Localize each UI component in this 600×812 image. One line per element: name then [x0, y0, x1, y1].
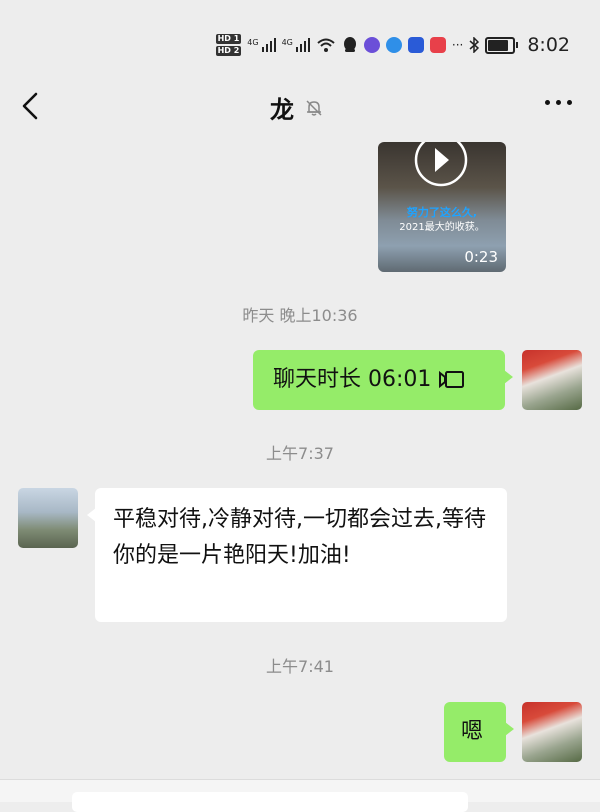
sent-message-bubble[interactable]: 嗯: [444, 702, 514, 762]
app1-icon: [363, 37, 380, 53]
battery-icon: [485, 36, 519, 54]
app2-icon: [385, 37, 402, 53]
video-caption-line2: 2021最大的收获。: [399, 222, 485, 233]
call-record-bubble[interactable]: 聊天时长 06:01: [253, 350, 513, 410]
status-bar: HD 1 HD 2 4G 4G ··· 8:02: [0, 0, 600, 90]
video-duration: 0:23: [464, 248, 498, 266]
app3-icon: [407, 37, 424, 53]
received-message-bubble[interactable]: 平稳对待,冷静对待,一切都会过去,等待你的是一片艳阳天!加油!: [87, 488, 507, 622]
video-message[interactable]: 努力了这么久, 2021最大的收获。 0:23: [378, 142, 506, 272]
bluetooth-icon: [469, 37, 480, 53]
sim-indicators: HD 1 HD 2: [215, 34, 242, 56]
input-bar: [0, 779, 600, 812]
chat-header: 龙: [0, 78, 600, 136]
chat-title: 龙: [270, 96, 294, 124]
message-text: 嗯: [461, 719, 484, 744]
message-text: 平稳对待,冷静对待,一切都会过去,等待你的是一片艳阳天!加油!: [113, 507, 486, 568]
message-input[interactable]: [72, 792, 468, 812]
title-group: 龙: [270, 90, 324, 125]
signal1-icon: 4G: [247, 38, 276, 52]
play-icon[interactable]: [413, 142, 469, 190]
timestamp: 上午7:37: [266, 444, 334, 463]
avatar[interactable]: [522, 350, 582, 410]
clock: 8:02: [527, 34, 570, 56]
avatar[interactable]: [522, 702, 582, 762]
sim2-badge: HD 2: [215, 46, 242, 56]
app4-icon: [429, 37, 446, 53]
status-icons: HD 1 HD 2 4G 4G ··· 8:02: [215, 30, 570, 60]
timestamp: 上午7:41: [266, 657, 334, 676]
bell-muted-icon: [306, 99, 322, 116]
chevron-left-icon[interactable]: [14, 88, 48, 124]
signal2-icon: 4G: [282, 38, 310, 52]
sim1-badge: HD 1: [215, 34, 242, 44]
qq-icon: [343, 37, 356, 52]
video-call-icon: [439, 370, 465, 389]
call-duration-text: 聊天时长 06:01: [273, 367, 432, 392]
more-dots-icon[interactable]: [545, 100, 572, 105]
more-notifications: ···: [451, 38, 464, 52]
wifi-icon: [317, 38, 335, 52]
timestamp: 昨天 晚上10:36: [242, 306, 358, 325]
avatar[interactable]: [18, 488, 78, 548]
